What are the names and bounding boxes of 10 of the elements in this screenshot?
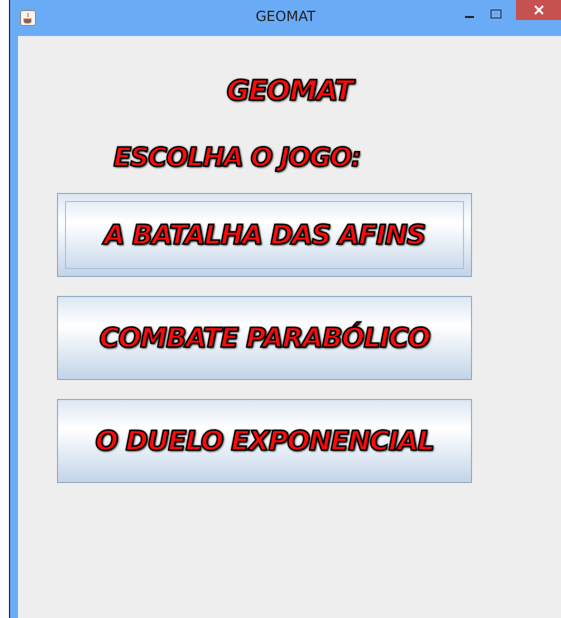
game-button[interactable]: A BATALHA DAS AFINS	[57, 193, 472, 277]
prompt-label: ESCOLHA O JOGO:	[114, 143, 360, 173]
maximize-icon[interactable]	[490, 8, 502, 20]
close-icon	[532, 4, 544, 16]
game-button[interactable]: O DUELO EXPONENCIAL	[57, 399, 472, 483]
game-title: GEOMAT	[226, 74, 352, 107]
close-button[interactable]	[516, 0, 561, 20]
game-button[interactable]: COMBATE PARABÓLICO	[57, 296, 472, 380]
window-title: GEOMAT	[256, 9, 316, 25]
cup-icon	[20, 10, 36, 26]
